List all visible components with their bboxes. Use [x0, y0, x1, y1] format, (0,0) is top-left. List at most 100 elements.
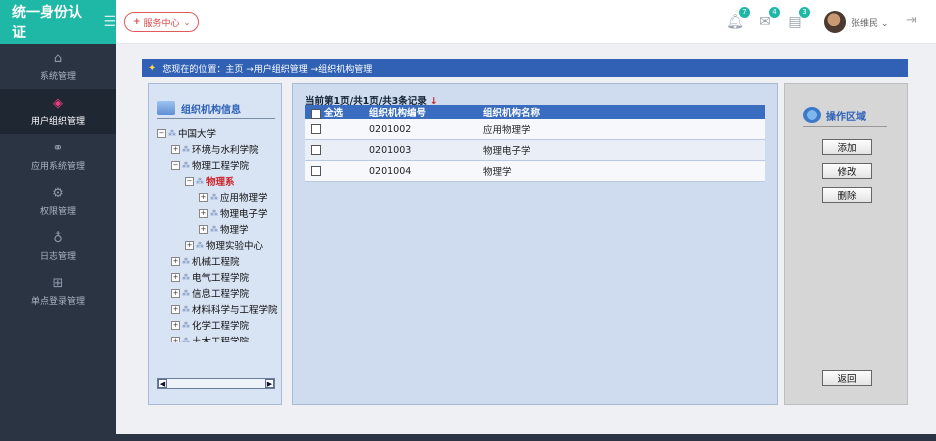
- table-header: 全选 组织机构编号 组织机构名称: [305, 105, 765, 119]
- expand-icon[interactable]: +: [171, 288, 180, 298]
- folder-icon: ⁂: [210, 192, 218, 202]
- briefcase-icon: ⊞: [52, 276, 64, 291]
- table-row[interactable]: 0201002 应用物理学: [305, 119, 765, 140]
- back-button[interactable]: 返回: [822, 370, 872, 386]
- footer-bar: [0, 434, 936, 441]
- org-tree: − ⁂ 中国大学 + ⁂ 环境与水利学院 − ⁂ 物理工程学院 − ⁂ 物理系 + ⁂ 应用物理学 …: [157, 126, 281, 342]
- folder-icon: ⁂: [182, 144, 190, 154]
- select-all-checkbox[interactable]: [311, 108, 321, 119]
- operations-panel: 操作区域 添加 修改 删除 返回: [784, 83, 908, 405]
- row-code: 0201003: [369, 139, 483, 161]
- tree-node-selected[interactable]: − ⁂ 物理系: [185, 174, 235, 188]
- tree-node[interactable]: + ⁂ 机械工程院: [171, 254, 240, 268]
- operations-title: 操作区域: [803, 104, 887, 127]
- sidebar-item-log[interactable]: ♁ 日志管理: [0, 224, 116, 269]
- table-row[interactable]: 0201003 物理电子学: [305, 139, 765, 161]
- tree-node[interactable]: − ⁂ 物理工程学院: [171, 158, 249, 172]
- edit-button[interactable]: 修改: [822, 163, 872, 179]
- row-checkbox[interactable]: [311, 145, 321, 155]
- sidebar-item-system[interactable]: ⌂ 系统管理: [0, 44, 116, 89]
- folder-icon: ⁂: [168, 128, 176, 138]
- tree-node-label: 物理电子学: [220, 209, 268, 220]
- tree-node-label: 应用物理学: [220, 193, 268, 204]
- expand-icon[interactable]: +: [171, 272, 180, 282]
- location-pin-icon: ✦: [148, 62, 157, 74]
- tree-node[interactable]: + ⁂ 应用物理学: [199, 190, 268, 204]
- select-all-label: 全选: [324, 108, 344, 119]
- folder-icon: ⁂: [182, 256, 190, 266]
- plus-icon: +: [133, 17, 141, 27]
- tree-node[interactable]: + ⁂ 物理实验中心: [185, 238, 263, 252]
- folder-icon: ⁂: [182, 304, 190, 314]
- expand-icon[interactable]: +: [171, 336, 180, 342]
- tree-node[interactable]: + ⁂ 物理学: [199, 222, 249, 236]
- sidebar-item-sso[interactable]: ⊞ 单点登录管理: [0, 269, 116, 314]
- hamburger-icon[interactable]: ☰: [103, 14, 116, 30]
- expand-icon[interactable]: +: [185, 240, 194, 250]
- folder-icon: ⁂: [182, 336, 190, 343]
- folder-icon: ⁂: [196, 176, 204, 186]
- row-select-cell: [305, 160, 369, 182]
- expand-icon[interactable]: +: [171, 320, 180, 330]
- tree-horizontal-scrollbar[interactable]: ◀ ▶: [157, 378, 275, 389]
- gear-icon: ⚙: [52, 186, 64, 201]
- sidebar-item-label: 应用系统管理: [30, 162, 85, 172]
- chevron-down-icon: ⌄: [880, 19, 889, 29]
- expand-icon[interactable]: +: [199, 192, 208, 202]
- logout-icon[interactable]: ⇥: [906, 13, 917, 28]
- notification-badge: 4: [769, 7, 780, 18]
- tree-node[interactable]: + ⁂ 环境与水利学院: [171, 142, 259, 156]
- tree-node[interactable]: + ⁂ 物理电子学: [199, 206, 268, 220]
- tree-node[interactable]: +⁂土木工程学院: [171, 334, 249, 342]
- bulb-icon: ♁: [53, 231, 63, 246]
- tree-node[interactable]: + ⁂ 化学工程学院: [171, 318, 249, 332]
- expand-icon[interactable]: +: [171, 256, 180, 266]
- add-button[interactable]: 添加: [822, 139, 872, 155]
- operations-title-text: 操作区域: [826, 111, 866, 123]
- task-icon[interactable]: ▤ 3: [786, 7, 810, 31]
- tree-node[interactable]: + ⁂ 电气工程学院: [171, 270, 249, 284]
- table-row[interactable]: 0201004 物理学: [305, 160, 765, 182]
- collapse-icon[interactable]: −: [171, 160, 180, 170]
- org-table: 全选 组织机构编号 组织机构名称 0201002 应用物理学 0201003 物…: [305, 105, 765, 182]
- tree-node-label: 物理工程学院: [192, 161, 250, 172]
- bell-icon[interactable]: 🔔︎ 7: [726, 7, 750, 31]
- tree-node[interactable]: + ⁂ 信息工程学院: [171, 286, 249, 300]
- row-checkbox[interactable]: [311, 124, 321, 134]
- mail-icon[interactable]: ✉ 4: [756, 7, 780, 31]
- main-content: ✦ 您现在的位置：主页 →用户组织管理 →组织机构管理 组织机构信息 − ⁂ 中国大…: [116, 44, 936, 434]
- select-all-header[interactable]: 全选: [305, 105, 369, 119]
- folder-icon: ⁂: [182, 160, 190, 170]
- scroll-left-icon[interactable]: ◀: [158, 379, 167, 388]
- org-info-icon: [157, 101, 175, 115]
- delete-button[interactable]: 删除: [822, 187, 872, 203]
- sidebar-item-permission[interactable]: ⚙ 权限管理: [0, 179, 116, 224]
- sidebar-item-app-system[interactable]: ⚭ 应用系统管理: [0, 134, 116, 179]
- app-brand: 统一身份认证 ☰: [0, 0, 116, 44]
- service-center-button[interactable]: + 服务中心 ⌄: [124, 12, 200, 32]
- tree-node-label: 中国大学: [178, 129, 217, 140]
- expand-icon[interactable]: +: [199, 208, 208, 218]
- notification-badge: 7: [739, 7, 750, 18]
- avatar[interactable]: [824, 11, 846, 33]
- expand-icon[interactable]: +: [171, 144, 180, 154]
- tree-node-label: 材料科学与工程学院: [192, 305, 278, 316]
- user-menu[interactable]: 张维民 ⌄: [851, 16, 888, 29]
- scroll-right-icon[interactable]: ▶: [265, 379, 274, 388]
- tree-node[interactable]: + ⁂ 材料科学与工程学院: [171, 302, 278, 316]
- collapse-icon[interactable]: −: [185, 176, 194, 186]
- tree-node-label: 信息工程学院: [192, 289, 250, 300]
- folder-icon: ⁂: [196, 240, 204, 250]
- org-tree-panel: 组织机构信息 − ⁂ 中国大学 + ⁂ 环境与水利学院 − ⁂ 物理工程学院 − ⁂ 物理系 +…: [148, 83, 282, 405]
- expand-icon[interactable]: +: [171, 304, 180, 314]
- folder-icon: ⁂: [210, 224, 218, 234]
- expand-icon[interactable]: +: [199, 224, 208, 234]
- collapse-icon[interactable]: −: [157, 128, 166, 138]
- row-checkbox[interactable]: [311, 166, 321, 176]
- tree-node[interactable]: − ⁂ 中国大学: [157, 126, 216, 140]
- sidebar-item-user-org[interactable]: ◈ 用户组织管理: [0, 89, 116, 134]
- tree-node-label: 化学工程学院: [192, 321, 250, 332]
- sidebar-item-label: 权限管理: [39, 207, 76, 217]
- folder-icon: ⁂: [182, 320, 190, 330]
- row-name: 应用物理学: [483, 119, 765, 140]
